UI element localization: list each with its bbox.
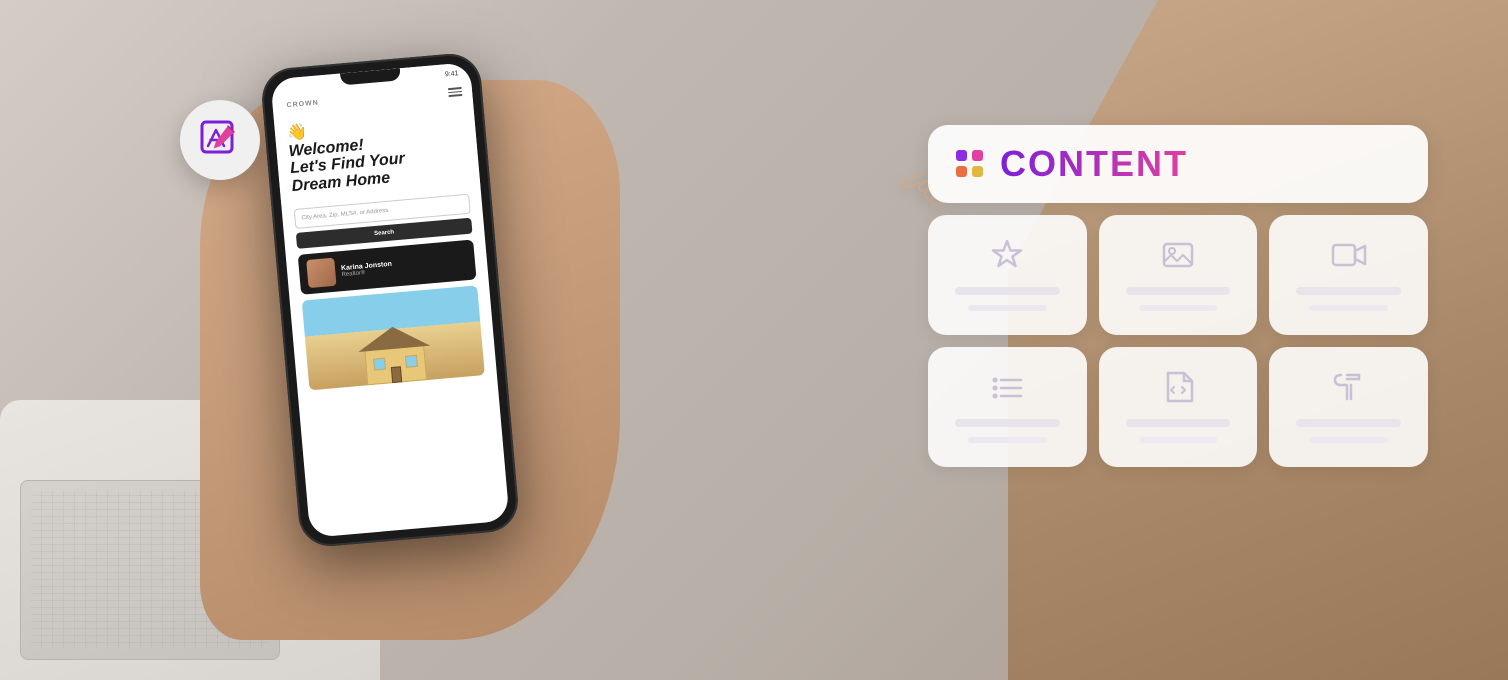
content-card-image[interactable] — [1099, 215, 1258, 335]
card-label-bar — [1296, 419, 1401, 427]
card-label-bar-small — [1309, 305, 1387, 311]
paragraph-icon — [1327, 365, 1371, 409]
content-card-paragraph[interactable] — [1269, 347, 1428, 467]
phone-mockup: 9:41 CROWN 👋 Welcome! Let's Find Your Dr… — [260, 51, 521, 548]
star-icon — [985, 233, 1029, 277]
agent-card: Karina Jonston Realtor® — [298, 240, 477, 295]
card-label-bar — [955, 287, 1060, 295]
dot-bottom-left — [956, 166, 967, 177]
content-card-star[interactable] — [928, 215, 1087, 335]
welcome-emoji: 👋 — [286, 123, 307, 142]
phone-body: 9:41 CROWN 👋 Welcome! Let's Find Your Dr… — [260, 51, 521, 548]
content-card-list[interactable] — [928, 347, 1087, 467]
status-time: 9:41 — [445, 70, 459, 78]
edit-icon — [198, 118, 242, 162]
content-card-code[interactable] — [1099, 347, 1258, 467]
image-icon — [1156, 233, 1200, 277]
edit-bubble — [180, 100, 260, 180]
card-label-bar — [1296, 287, 1401, 295]
phone-welcome-section: 👋 Welcome! Let's Find Your Dream Home — [274, 99, 481, 205]
card-label-bar-small — [1139, 305, 1217, 311]
house-door — [391, 367, 402, 384]
dot-top-right — [972, 150, 983, 161]
dot-top-left — [956, 150, 967, 161]
content-title: CONTENT — [1000, 143, 1188, 185]
content-panel: CONTENT — [928, 125, 1428, 467]
card-label-bar — [1126, 419, 1231, 427]
code-file-icon — [1156, 365, 1200, 409]
card-label-bar-small — [1139, 437, 1217, 443]
house-window-left — [373, 358, 386, 371]
card-label-bar-small — [968, 305, 1046, 311]
search-placeholder: City Area, Zip, MLS#, or Address — [301, 208, 388, 222]
card-label-bar — [955, 419, 1060, 427]
house-window-right — [405, 355, 418, 368]
phone-search-section: City Area, Zip, MLS#, or Address Search — [294, 194, 473, 249]
card-label-bar-small — [968, 437, 1046, 443]
card-label-bar — [1126, 287, 1231, 295]
agent-info: Karina Jonston Realtor® — [341, 254, 468, 278]
content-card-video[interactable] — [1269, 215, 1428, 335]
video-icon — [1327, 233, 1371, 277]
content-dots-icon — [956, 150, 984, 178]
dot-bottom-right — [972, 166, 983, 177]
phone-screen: 9:41 CROWN 👋 Welcome! Let's Find Your Dr… — [270, 62, 509, 538]
phone-house-image — [302, 286, 485, 391]
agent-avatar — [306, 258, 336, 288]
hamburger-menu[interactable] — [448, 87, 463, 97]
card-label-bar-small — [1309, 437, 1387, 443]
content-header-card[interactable]: CONTENT — [928, 125, 1428, 203]
list-icon — [985, 365, 1029, 409]
welcome-title: Welcome! Let's Find Your Dream Home — [288, 127, 468, 195]
content-cards-grid — [928, 215, 1428, 467]
